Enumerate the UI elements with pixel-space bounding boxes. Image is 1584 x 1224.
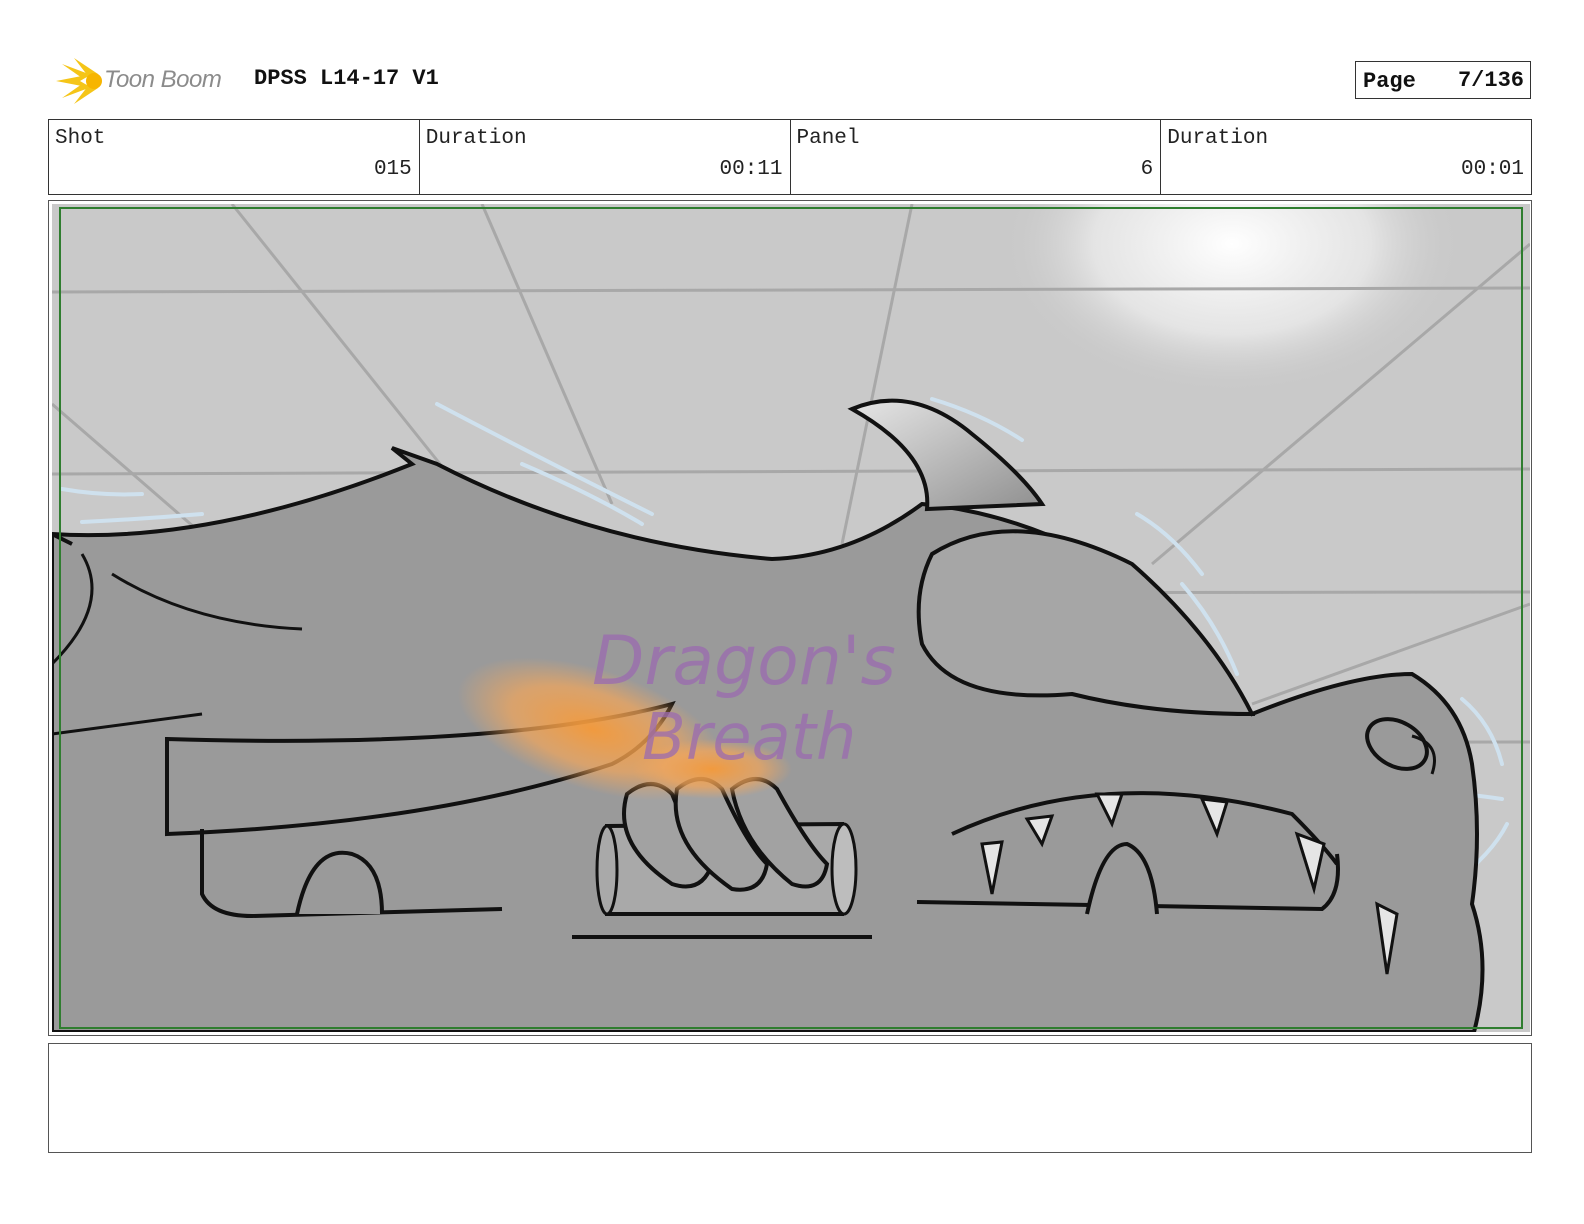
panel-value: 6 [1140,158,1154,181]
shot-info-row: Shot 015 Duration 00:11 Panel 6 Duration… [48,119,1532,195]
panel-duration-cell: Duration 00:01 [1161,120,1531,194]
panel-label: Panel [796,127,860,150]
storyboard-panel-drawing: Dragon's Breath [52,204,1530,1032]
page-number: 7/136 [1457,68,1524,93]
panel-duration-label: Duration [1167,127,1269,150]
panel-cell: Panel 6 [791,120,1162,194]
page-label: Page [1363,69,1416,94]
shot-duration-value: 00:11 [719,158,783,181]
car-sign-line-1: Dragon's [592,622,896,701]
shot-cell: Shot 015 [49,120,420,194]
shot-value: 015 [373,158,412,181]
shot-label: Shot [55,127,106,150]
panel-notes-box [48,1043,1532,1153]
project-title: DPSS L14-17 V1 [254,66,439,91]
page-indicator: Page 7/136 [1355,61,1531,99]
shot-duration-cell: Duration 00:11 [420,120,791,194]
car-sign-line-2: Breath [642,701,856,775]
panel-duration-value: 00:01 [1460,158,1524,181]
logo-text: Toon Boom [104,66,222,93]
shot-duration-label: Duration [425,127,527,150]
